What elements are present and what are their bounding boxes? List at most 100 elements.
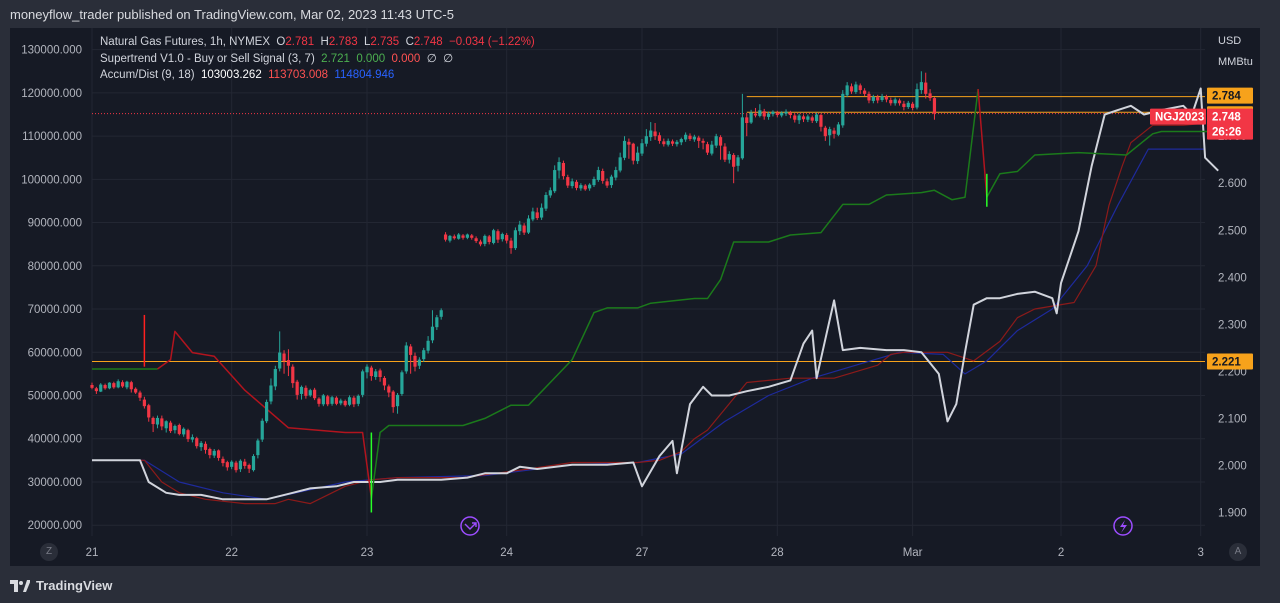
candle-body [649,130,653,138]
candle-body [622,140,627,158]
right-tick-label: 2.100 [1218,413,1247,425]
candle-body [727,154,731,160]
candle-body [758,110,762,116]
candle-body [374,371,378,378]
left-tick-label: 130000.000 [21,45,82,57]
event-icon-lightning[interactable] [1113,516,1133,536]
candle-body [112,383,116,388]
time-tick-label: 2 [1058,547,1064,559]
chart-legend: Natural Gas Futures, 1h, NYMEX O2.781 H2… [100,34,535,84]
candle-body [99,384,103,392]
candle-body [884,96,889,100]
candle-body [439,310,443,317]
legend-open: 2.781 [285,36,315,48]
candle-body [762,111,766,117]
candle-body [295,381,299,395]
publisher-line: moneyflow_trader published on TradingVie… [10,7,454,22]
candle-body [448,235,452,241]
candle-body [478,241,483,245]
candle-body [234,462,238,471]
candle-body [326,396,330,405]
candle-body [186,430,190,440]
candle-body [657,135,662,141]
candle-body [692,136,696,140]
candle-body [491,230,496,243]
candle-body [317,398,321,404]
candle-body [535,212,539,219]
supertrend-red-line [157,330,373,499]
legend-close: 2.748 [413,36,443,48]
candle-body [256,440,260,456]
right-tick-label: 2.400 [1218,272,1247,284]
candle-body [653,131,657,137]
candle-body [343,401,347,406]
candle-body [849,86,854,92]
candle-body [784,111,788,114]
candle-body [636,152,640,162]
candle-body [740,117,744,159]
candle-body [544,194,548,209]
candle-body [291,366,295,384]
candle-body [413,355,417,367]
candle-body [710,144,714,154]
candle-body [142,399,146,407]
badge-symbol: NGJ2023 [1155,112,1204,124]
candle-body [662,141,666,145]
candle-body [496,231,500,240]
candle-body [867,93,871,101]
candle-body [216,450,221,458]
candle-body [387,386,391,393]
left-tick-label: 50000.000 [28,390,82,402]
candle-body [897,100,902,104]
tradingview-brand[interactable]: TradingView [10,578,112,593]
zoom-button[interactable]: Z [40,543,58,561]
supertrend-name: Supertrend V1.0 - Buy or Sell Signal (3,… [100,52,315,65]
candle-body [871,96,875,101]
supertrend-value-5: ∅ [443,52,454,65]
candle-body [422,350,426,360]
candle-body [539,207,544,218]
candle-body [697,137,701,141]
candle-body [243,461,247,466]
candle-body [330,397,334,404]
right-tick-label: 1.900 [1218,507,1247,519]
accum-dist-value-2: 113703.008 [268,69,329,81]
legend-supertrend: Supertrend V1.0 - Buy or Sell Signal (3,… [100,51,535,68]
accum-dist-value-1: 103003.262 [200,69,262,81]
candle-body [513,230,518,249]
candle-body [876,97,880,101]
candle-body [151,417,155,425]
candles [90,71,937,473]
auto-scale-button[interactable]: A [1229,543,1247,561]
badge-last: 2.748 [1212,112,1241,124]
time-axis: 21 22 23 24 27 28 Mar 2 3 [86,547,1204,559]
event-icon-session[interactable] [460,516,480,536]
candle-body [557,162,561,171]
candle-body [404,345,408,372]
brand-name: TradingView [36,578,113,593]
candle-body [107,382,112,389]
legend-symbol: Natural Gas Futures, 1h, NYMEX [100,36,271,48]
candle-body [644,136,648,144]
left-tick-label: 80000.000 [28,261,82,273]
candle-body [247,464,251,469]
supertrend-green-line-2 [986,130,1227,198]
bottom-bar [0,566,1280,603]
time-tick-label: 3 [1198,547,1204,559]
candle-body [164,421,168,429]
candle-body [182,428,186,435]
supertrend-value-2: 0.000 [356,52,386,65]
chart-canvas[interactable]: 130000.000 120000.000 110000.000 100000.000… [10,28,1260,566]
candle-body [775,112,779,116]
candle-body [474,238,478,242]
candle-body [435,317,439,328]
right-tick-label: 2.500 [1218,225,1247,237]
candle-body [548,190,552,196]
candle-body [806,116,810,120]
candle-body [863,90,867,94]
candle-body [120,382,125,387]
candle-body [417,359,421,366]
candle-body [919,82,923,91]
candle-body [793,115,797,120]
candle-body [103,385,107,389]
